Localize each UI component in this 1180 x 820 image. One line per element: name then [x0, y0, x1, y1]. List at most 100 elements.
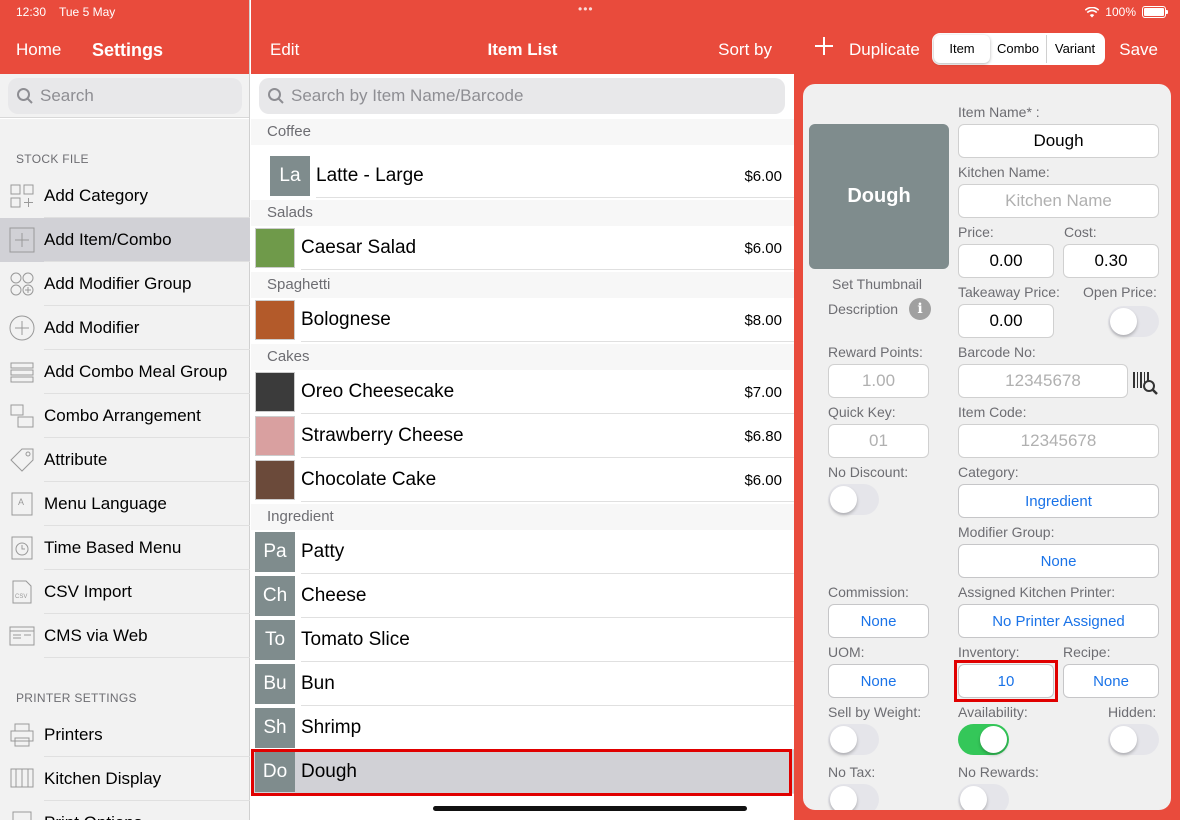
item-initials-thumbnail: Sh: [255, 708, 295, 748]
item-name: Strawberry Cheese: [301, 414, 794, 458]
item-name: Bun: [301, 662, 794, 706]
multitask-dots-icon[interactable]: •••: [578, 2, 594, 16]
item-name: Shrimp: [301, 706, 794, 750]
duplicate-button[interactable]: Duplicate: [849, 40, 920, 60]
sidebar-item-add-combo-meal-group[interactable]: Add Combo Meal Group: [0, 350, 250, 394]
sidebar-item-label: Add Modifier: [44, 306, 250, 350]
tab-combo[interactable]: Combo: [990, 35, 1046, 63]
sidebar-item-kitchen-display[interactable]: Kitchen Display: [0, 757, 250, 801]
sidebar-item-add-item-combo[interactable]: Add Item/Combo: [0, 218, 250, 262]
list-item[interactable]: Bolognese $8.00: [251, 298, 794, 342]
settings-search-placeholder: Search: [40, 86, 94, 105]
no-rewards-label: No Rewards:: [958, 764, 1039, 780]
sidebar-item-label: Print Options: [44, 801, 250, 820]
hidden-label: Hidden:: [1108, 704, 1157, 720]
item-list-panel: Edit Item List Sort by Search by Item Na…: [251, 0, 794, 820]
item-search-input[interactable]: Search by Item Name/Barcode: [259, 78, 785, 114]
kitchen-printer-select[interactable]: No Printer Assigned: [958, 604, 1159, 638]
sidebar-item-combo-arrangement[interactable]: Combo Arrangement: [0, 394, 250, 438]
language-icon: A: [8, 490, 36, 518]
list-item[interactable]: Pa Patty: [251, 530, 794, 574]
section-printer-settings: PRINTER SETTINGS: [16, 691, 137, 705]
sidebar-item-time-based-menu[interactable]: Time Based Menu: [0, 526, 250, 570]
list-item[interactable]: Oreo Cheesecake $7.00: [251, 370, 794, 414]
uom-select[interactable]: None: [828, 664, 929, 698]
item-code-label: Item Code:: [958, 404, 1027, 420]
item-initials-thumbnail: La: [270, 156, 310, 196]
list-item[interactable]: La Latte - Large $6.00: [251, 154, 794, 198]
no-discount-toggle[interactable]: [828, 484, 879, 515]
reward-points-field[interactable]: 1.00: [828, 364, 929, 398]
recipe-select[interactable]: None: [1063, 664, 1159, 698]
sidebar-item-cms-via-web[interactable]: CMS via Web: [0, 614, 250, 658]
selected-item-highlight: [251, 749, 792, 796]
sell-by-weight-toggle[interactable]: [828, 724, 879, 755]
item-price: $7.00: [744, 383, 782, 401]
commission-label: Commission:: [828, 584, 909, 600]
circles-plus-icon: [8, 270, 36, 298]
svg-text:CSV: CSV: [15, 594, 27, 600]
list-item[interactable]: Caesar Salad $6.00: [251, 226, 794, 270]
list-item[interactable]: To Tomato Slice: [251, 618, 794, 662]
item-thumbnail[interactable]: Dough: [809, 124, 949, 269]
barcode-field[interactable]: 12345678: [958, 364, 1128, 398]
tab-variant[interactable]: Variant: [1046, 35, 1103, 63]
commission-select[interactable]: None: [828, 604, 929, 638]
item-search-placeholder: Search by Item Name/Barcode: [291, 86, 524, 105]
sidebar-item-attribute[interactable]: Attribute: [0, 438, 250, 482]
item-initials-thumbnail: Bu: [255, 664, 295, 704]
set-thumbnail-button[interactable]: Set Thumbnail: [832, 276, 922, 292]
price-field[interactable]: 0.00: [958, 244, 1054, 278]
no-rewards-toggle[interactable]: [958, 784, 1009, 810]
tab-item[interactable]: Item: [934, 35, 990, 63]
sidebar-item-print-options[interactable]: Print Options: [0, 801, 250, 820]
sidebar-item-add-modifier-group[interactable]: Add Modifier Group: [0, 262, 250, 306]
no-discount-label: No Discount:: [828, 464, 909, 480]
list-item[interactable]: Ch Cheese: [251, 574, 794, 618]
settings-search-input[interactable]: Search: [8, 78, 242, 114]
description-label[interactable]: Description: [828, 301, 898, 317]
list-item[interactable]: Sh Shrimp: [251, 706, 794, 750]
save-button[interactable]: Save: [1119, 40, 1158, 60]
sidebar-item-label: Combo Arrangement: [44, 394, 250, 438]
quick-key-field[interactable]: 01: [828, 424, 929, 458]
item-code-field[interactable]: 12345678: [958, 424, 1159, 458]
availability-toggle[interactable]: [958, 724, 1009, 755]
barcode-label: Barcode No:: [958, 344, 1036, 360]
barcode-scan-icon[interactable]: [1132, 370, 1158, 401]
kitchen-name-field[interactable]: Kitchen Name: [958, 184, 1159, 218]
cost-field[interactable]: 0.30: [1063, 244, 1159, 278]
sidebar-item-printers[interactable]: Printers: [0, 713, 250, 757]
category-select[interactable]: Ingredient: [958, 484, 1159, 518]
modifier-group-select[interactable]: None: [958, 544, 1159, 578]
kitchen-name-label: Kitchen Name:: [958, 164, 1050, 180]
hidden-toggle[interactable]: [1108, 724, 1159, 755]
sidebar-item-label: Add Combo Meal Group: [44, 350, 250, 394]
list-item[interactable]: Bu Bun: [251, 662, 794, 706]
add-icon[interactable]: [814, 36, 834, 61]
section-stock-file: STOCK FILE: [16, 152, 89, 166]
list-item[interactable]: Chocolate Cake $6.00: [251, 458, 794, 502]
info-icon[interactable]: i: [909, 298, 931, 320]
settings-sidebar: Home Settings Search STOCK FILE PRINTER …: [0, 0, 250, 820]
settings-title: Settings: [92, 40, 164, 60]
takeaway-price-field[interactable]: 0.00: [958, 304, 1054, 338]
list-item[interactable]: Strawberry Cheese $6.80: [251, 414, 794, 458]
item-name-field[interactable]: Dough: [958, 124, 1159, 158]
no-tax-toggle[interactable]: [828, 784, 879, 810]
sidebar-item-label: Attribute: [44, 438, 250, 482]
sidebar-item-add-modifier[interactable]: Add Modifier: [0, 306, 250, 350]
sidebar-item-add-category[interactable]: Add Category: [0, 174, 250, 218]
sidebar-item-csv-import[interactable]: CSV CSV Import: [0, 570, 250, 614]
sidebar-item-menu-language[interactable]: A Menu Language: [0, 482, 250, 526]
sort-by-button[interactable]: Sort by: [718, 40, 772, 60]
sidebar-item-label: Menu Language: [44, 482, 250, 526]
takeaway-price-label: Takeaway Price:: [958, 284, 1060, 300]
home-button[interactable]: Home: [16, 40, 61, 60]
open-price-toggle[interactable]: [1108, 306, 1159, 337]
wifi-icon: [1085, 6, 1100, 17]
group-header-spaghetti: Spaghetti: [251, 272, 794, 298]
item-name: Oreo Cheesecake: [301, 370, 794, 414]
stack-icon: [8, 358, 36, 386]
price-label: Price:: [958, 224, 994, 240]
